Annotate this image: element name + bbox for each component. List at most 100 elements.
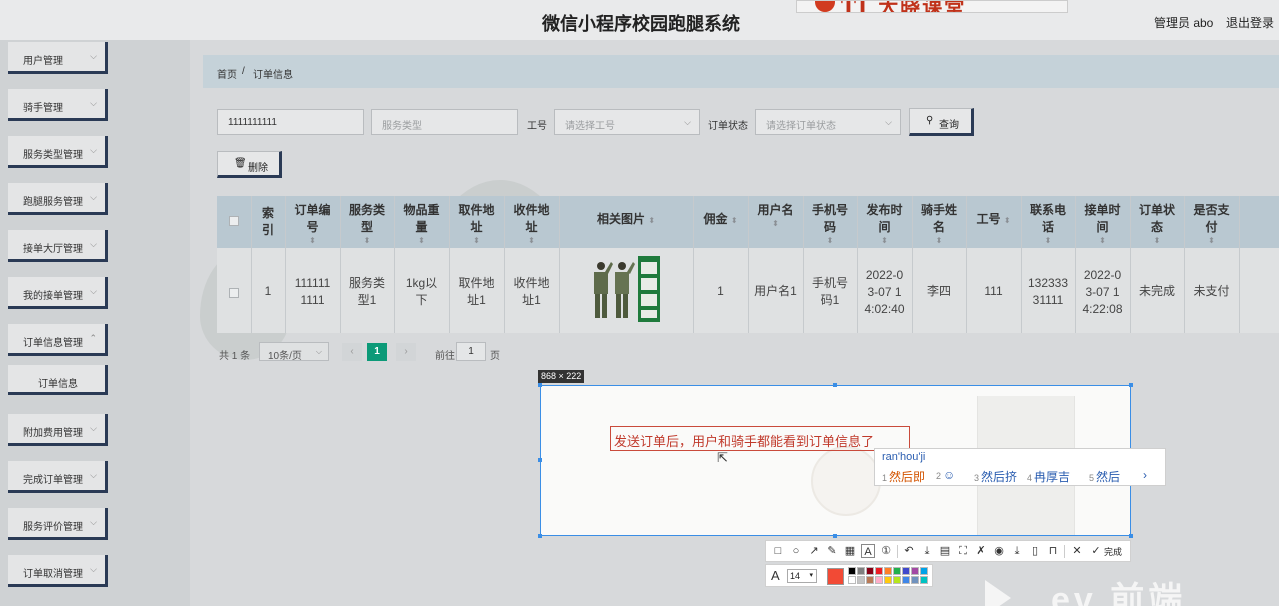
- column-header-weight[interactable]: 物品重量 ⬍: [394, 202, 449, 246]
- done-check-icon[interactable]: ✓: [1089, 544, 1103, 558]
- number-tool-icon[interactable]: ①: [879, 544, 893, 558]
- arrow-tool-icon[interactable]: ↗: [807, 544, 821, 558]
- column-header-worker-no[interactable]: 工号 ⬍: [966, 211, 1021, 229]
- page-size-select[interactable]: 10条/页 ⌵: [259, 342, 329, 362]
- delete-button[interactable]: 🗑 删除: [217, 151, 282, 178]
- color-swatch[interactable]: [848, 576, 856, 584]
- sort-icon[interactable]: ⬍: [1075, 236, 1130, 246]
- column-header-paid[interactable]: 是否支付 ⬍: [1184, 202, 1239, 246]
- sort-icon[interactable]: ⬍: [912, 236, 966, 246]
- worker-no-select[interactable]: 请选择工号 ⌵: [554, 109, 700, 135]
- sidebar-item-extra-fees[interactable]: 附加费用管理 ⌵: [8, 414, 108, 446]
- column-header-images[interactable]: 相关图片 ⬍: [559, 211, 693, 229]
- color-swatch[interactable]: [875, 567, 883, 575]
- font-size-select[interactable]: 14 ▾: [787, 569, 817, 583]
- bookmark-icon[interactable]: ⊓: [1046, 544, 1060, 558]
- column-header-index[interactable]: 索引: [251, 205, 285, 239]
- sidebar-item-errand-services[interactable]: 跑腿服务管理 ⌵: [8, 183, 108, 215]
- column-header-receive[interactable]: 收件地址 ⬍: [504, 202, 559, 246]
- pin-icon[interactable]: ✗: [974, 544, 988, 558]
- sort-icon[interactable]: ⬍: [504, 236, 559, 246]
- column-header-commission[interactable]: 佣金 ⬍: [693, 211, 748, 229]
- sidebar-item-completed-orders[interactable]: 完成订单管理 ⌵: [8, 461, 108, 493]
- color-swatch[interactable]: [902, 576, 910, 584]
- color-swatch[interactable]: [884, 567, 892, 575]
- sort-icon[interactable]: ⬍: [449, 236, 504, 246]
- resize-handle[interactable]: [538, 458, 542, 462]
- download-icon[interactable]: ⤓: [1010, 544, 1024, 558]
- color-swatch[interactable]: [884, 576, 892, 584]
- ellipse-tool-icon[interactable]: ○: [789, 544, 803, 558]
- annotation-text-box[interactable]: 发送订单后，用户和骑手都能看到订单信息了: [610, 426, 910, 451]
- sort-icon[interactable]: ⬍: [394, 236, 449, 246]
- color-swatch[interactable]: [893, 576, 901, 584]
- sidebar-subitem-order-info[interactable]: 订单信息: [8, 365, 108, 395]
- query-button[interactable]: ⚲ 查询: [909, 108, 974, 136]
- prev-page-button[interactable]: ‹: [342, 343, 362, 361]
- resize-handle[interactable]: [538, 534, 542, 538]
- translate-icon[interactable]: ⛶: [956, 544, 970, 558]
- sort-icon[interactable]: ⬍: [1021, 236, 1075, 246]
- column-header-rider-name[interactable]: 骑手姓名 ⬍: [912, 202, 966, 246]
- sidebar-item-service-types[interactable]: 服务类型管理 ⌵: [8, 136, 108, 168]
- color-swatch[interactable]: [848, 567, 856, 575]
- sort-icon[interactable]: ⬍: [648, 216, 655, 225]
- ime-candidate[interactable]: 4 冉厚吉: [1027, 468, 1070, 485]
- goto-page-input[interactable]: 1: [456, 342, 486, 361]
- order-number-input[interactable]: 1111111111: [217, 109, 364, 135]
- page-number-current[interactable]: 1: [367, 343, 387, 361]
- color-swatch[interactable]: [857, 567, 865, 575]
- ime-candidate[interactable]: 1 然后即: [882, 468, 925, 485]
- resize-handle[interactable]: [538, 383, 542, 387]
- service-type-input[interactable]: 服务类型: [371, 109, 518, 135]
- resize-handle[interactable]: [1129, 383, 1133, 387]
- color-swatch[interactable]: [920, 567, 928, 575]
- logout-link[interactable]: 退出登录: [1226, 14, 1274, 31]
- select-all-checkbox[interactable]: [229, 216, 239, 226]
- ime-candidate[interactable]: 5 然后: [1089, 468, 1120, 485]
- column-header-username[interactable]: 用户名 ⬍: [748, 202, 803, 229]
- color-swatch[interactable]: [893, 567, 901, 575]
- long-screenshot-icon[interactable]: ⤓: [920, 544, 934, 558]
- sort-icon[interactable]: ⬍: [1184, 236, 1239, 246]
- done-button[interactable]: 完成: [1104, 545, 1122, 558]
- related-image[interactable]: [589, 252, 663, 326]
- color-swatch[interactable]: [866, 567, 874, 575]
- column-header-contact[interactable]: 联系电话 ⬍: [1021, 202, 1075, 246]
- sort-icon[interactable]: ⬍: [340, 236, 394, 246]
- resize-handle[interactable]: [833, 383, 837, 387]
- sort-icon[interactable]: ⬍: [857, 236, 912, 246]
- sidebar-item-users[interactable]: 用户管理 ⌵: [8, 42, 108, 74]
- color-swatch[interactable]: [902, 567, 910, 575]
- sidebar-item-riders[interactable]: 骑手管理 ⌵: [8, 89, 108, 121]
- column-header-pickup[interactable]: 取件地址 ⬍: [449, 202, 504, 246]
- color-swatch[interactable]: [920, 576, 928, 584]
- mosaic-tool-icon[interactable]: ▦: [843, 544, 857, 558]
- undo-icon[interactable]: ↶: [902, 544, 916, 558]
- sidebar-item-order-hall[interactable]: 接单大厅管理 ⌵: [8, 230, 108, 262]
- row-checkbox[interactable]: [229, 288, 239, 298]
- sort-icon[interactable]: ⬍: [803, 236, 857, 246]
- ime-candidate[interactable]: 3 然后挤: [974, 468, 1017, 485]
- breadcrumb-home[interactable]: 首页: [217, 66, 237, 81]
- column-header-phone[interactable]: 手机号码 ⬍: [803, 202, 857, 246]
- column-header-order-no[interactable]: 订单编号 ⬍: [285, 202, 340, 246]
- sidebar-item-order-info-mgmt[interactable]: 订单信息管理 ⌃: [8, 324, 108, 356]
- sidebar-item-order-cancel[interactable]: 订单取消管理 ⌵: [8, 555, 108, 587]
- sort-icon[interactable]: ⬍: [1130, 236, 1184, 246]
- ocr-icon[interactable]: ▤: [938, 544, 952, 558]
- color-swatch[interactable]: [911, 567, 919, 575]
- resize-handle[interactable]: [833, 534, 837, 538]
- sort-icon[interactable]: ⬍: [748, 219, 803, 229]
- resize-handle[interactable]: [1129, 534, 1133, 538]
- color-swatch[interactable]: [911, 576, 919, 584]
- close-icon[interactable]: ✕: [1070, 544, 1084, 558]
- color-swatch[interactable]: [875, 576, 883, 584]
- sort-icon[interactable]: ⬍: [1004, 216, 1011, 225]
- text-tool-icon[interactable]: A: [861, 544, 875, 558]
- pencil-tool-icon[interactable]: ✎: [825, 544, 839, 558]
- ime-candidate[interactable]: 2 ☺: [936, 468, 955, 482]
- rectangle-tool-icon[interactable]: □: [771, 544, 785, 558]
- column-header-service-type[interactable]: 服务类型 ⬍: [340, 202, 394, 246]
- sort-icon[interactable]: ⬍: [285, 236, 340, 246]
